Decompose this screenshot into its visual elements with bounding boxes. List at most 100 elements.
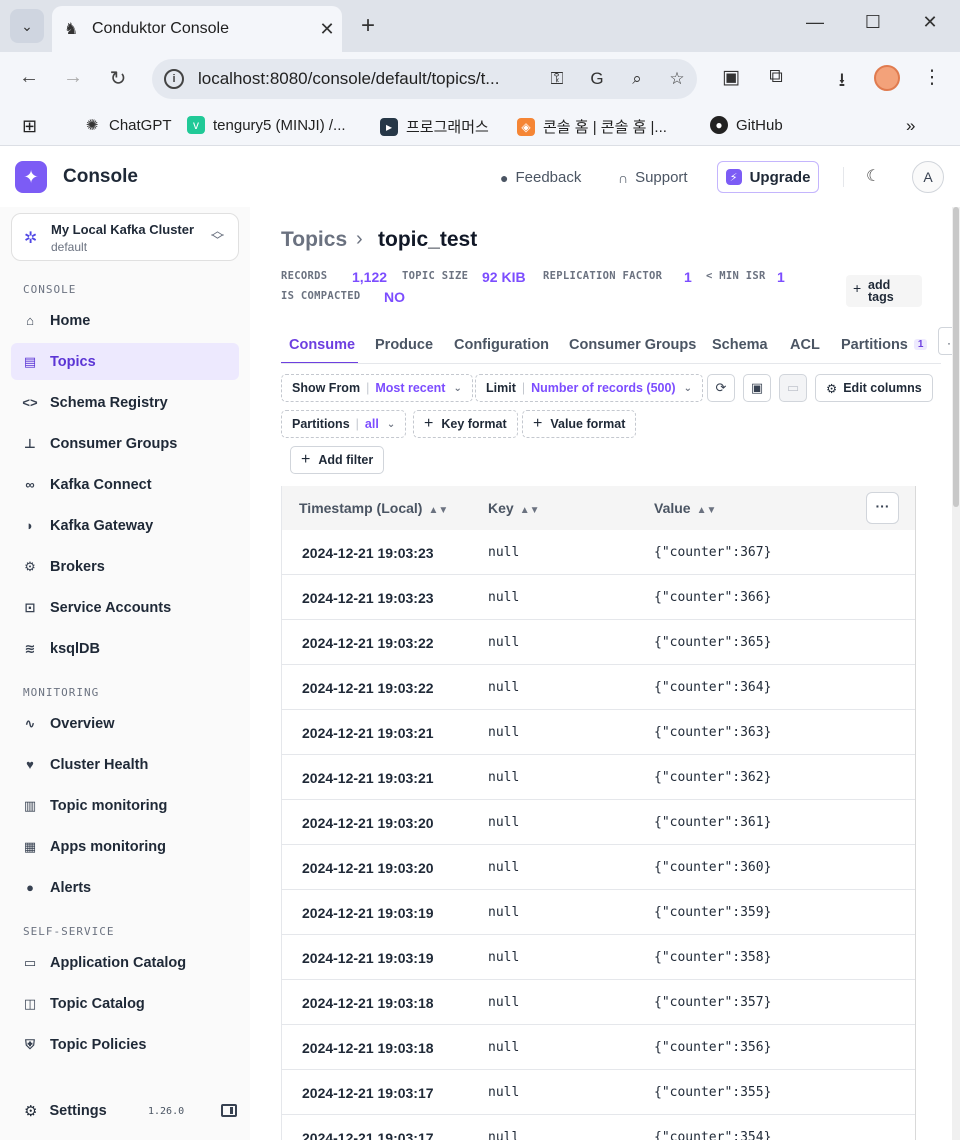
translate-icon[interactable]: G [577, 69, 617, 89]
limit-dropdown[interactable]: Limit | Number of records (500) ⌄ [475, 374, 703, 402]
tab-configuration[interactable]: Configuration [454, 337, 549, 353]
more-bookmarks-icon[interactable]: » [906, 116, 915, 136]
bookmark-programmers[interactable]: ▸ 프로그래머스 [380, 116, 489, 137]
download-icon[interactable]: ⭳ [827, 66, 857, 98]
edit-columns-button[interactable]: ⚙ Edit columns [815, 374, 933, 402]
app-header: ✦ Console ● Feedback ∩ Support ⚡ Upgrade… [0, 147, 952, 207]
url-text[interactable]: localhost:8080/console/default/topics/t.… [198, 69, 537, 89]
tab-schema[interactable]: Schema [712, 337, 768, 353]
page-scrollbar-thumb[interactable] [953, 207, 959, 507]
folder-icon[interactable]: ▭ [779, 374, 807, 402]
table-row[interactable]: 2024-12-21 19:03:19 null {"counter":358} [282, 935, 915, 980]
close-tab-icon[interactable]: ✕ [312, 19, 342, 40]
sidebar-item-brokers[interactable]: ⚙ Brokers [11, 548, 239, 585]
user-avatar[interactable]: A [912, 161, 944, 193]
save-icon[interactable]: ▣ [743, 374, 771, 402]
bookmark-velog[interactable]: v tengury5 (MINJI) /... [187, 116, 346, 134]
bookmark-github[interactable]: ● GitHub [710, 116, 783, 134]
table-row[interactable]: 2024-12-21 19:03:20 null {"counter":361} [282, 800, 915, 845]
column-header-value[interactable]: Value ▲▼ [654, 500, 716, 516]
add-filter-button[interactable]: + Add filter [290, 446, 385, 474]
bookmark-star-icon[interactable]: ☆ [657, 69, 697, 89]
table-row[interactable]: 2024-12-21 19:03:17 null {"counter":355} [282, 1070, 915, 1115]
forward-button[interactable]: → [59, 66, 87, 89]
add-tags-button[interactable]: + add tags [846, 275, 922, 307]
table-row[interactable]: 2024-12-21 19:03:18 null {"counter":356} [282, 1025, 915, 1070]
cluster-selector[interactable]: ✲ My Local Kafka Cluster default ︿ ﹀ [11, 213, 239, 261]
table-row[interactable]: 2024-12-21 19:03:21 null {"counter":363} [282, 710, 915, 755]
address-bar[interactable]: i localhost:8080/console/default/topics/… [152, 59, 697, 99]
sidebar-item-home[interactable]: ⌂ Home [11, 302, 239, 339]
sidebar-item-topic-policies[interactable]: ⛨ Topic Policies [11, 1026, 239, 1063]
password-key-icon[interactable]: ⚿ [537, 69, 577, 89]
sidebar-item-schema-registry[interactable]: <> Schema Registry [11, 384, 239, 421]
reload-button[interactable]: ↻ [104, 66, 132, 91]
profile-avatar[interactable] [874, 65, 900, 91]
console-logo-icon[interactable]: ✦ [15, 161, 47, 193]
page-scrollbar[interactable] [952, 207, 960, 1140]
site-info-icon[interactable]: i [164, 69, 184, 89]
extension-icon[interactable]: ▣ [716, 66, 746, 89]
table-row[interactable]: 2024-12-21 19:03:20 null {"counter":360} [282, 845, 915, 890]
column-header-key[interactable]: Key ▲▼ [488, 500, 539, 516]
table-row[interactable]: 2024-12-21 19:03:21 null {"counter":362} [282, 755, 915, 800]
bookmark-chatgpt[interactable]: ✺ ChatGPT [83, 116, 172, 135]
dark-mode-toggle-icon[interactable]: ☾ [866, 166, 880, 186]
tab-produce[interactable]: Produce [375, 337, 433, 353]
back-button[interactable]: ← [15, 66, 43, 89]
extensions-puzzle-icon[interactable]: ⧉ [761, 66, 791, 88]
bookmark-aws-console[interactable]: ◈ 콘솔 홈 | 콘솔 홈 |... [517, 116, 667, 137]
tab-consumer-groups[interactable]: Consumer Groups [569, 337, 696, 353]
maximize-button[interactable]: ☐ [858, 12, 888, 33]
sidebar-item-topic-monitoring[interactable]: ▥ Topic monitoring [11, 787, 239, 824]
table-row[interactable]: 2024-12-21 19:03:23 null {"counter":367} [282, 530, 915, 575]
sidebar-item-cluster-health[interactable]: ♥ Cluster Health [11, 746, 239, 783]
value-format-button[interactable]: + Value format [522, 410, 637, 438]
browser-menu-icon[interactable]: ⋮ [917, 66, 947, 89]
close-window-button[interactable]: ✕ [915, 12, 945, 33]
settings-link[interactable]: ⚙ Settings [24, 1102, 239, 1120]
key-format-button[interactable]: + Key format [413, 410, 518, 438]
apps-grid-icon[interactable]: ⊞ [22, 116, 37, 137]
sidebar-item-overview[interactable]: ∿ Overview [11, 705, 239, 742]
sidebar-item-kafka-connect[interactable]: ∞ Kafka Connect [11, 466, 239, 503]
timestamp-cell: 2024-12-21 19:03:22 [302, 635, 434, 651]
sidebar-item-ksqldb[interactable]: ≋ ksqlDB [11, 630, 239, 667]
minimize-button[interactable]: — [800, 12, 830, 33]
sidebar-item-kafka-gateway[interactable]: ◗ Kafka Gateway [11, 507, 239, 544]
table-options-icon[interactable]: ··· [866, 492, 899, 524]
zoom-icon[interactable]: ⌕ [617, 69, 657, 89]
sidebar-item-apps-monitoring[interactable]: ▦ Apps monitoring [11, 828, 239, 865]
tab-partitions[interactable]: Partitions 1 [841, 337, 928, 353]
sidebar-item-service-accounts[interactable]: ⊡ Service Accounts [11, 589, 239, 626]
table-row[interactable]: 2024-12-21 19:03:22 null {"counter":364} [282, 665, 915, 710]
show-from-dropdown[interactable]: Show From | Most recent ⌄ [281, 374, 473, 402]
table-row[interactable]: 2024-12-21 19:03:19 null {"counter":359} [282, 890, 915, 935]
key-cell: null [488, 905, 520, 920]
sidebar-item-application-catalog[interactable]: ▭ Application Catalog [11, 944, 239, 981]
breadcrumb-topics[interactable]: Topics [281, 228, 347, 252]
refresh-icon[interactable]: ⟳ [707, 374, 735, 402]
table-row[interactable]: 2024-12-21 19:03:18 null {"counter":357} [282, 980, 915, 1025]
support-link[interactable]: ∩ Support [618, 169, 688, 186]
column-header-timestamp[interactable]: Timestamp (Local) ▲▼ [299, 500, 448, 516]
sidebar-item-consumer-groups[interactable]: ⊥ Consumer Groups [11, 425, 239, 462]
tab-search-button[interactable]: ⌄ [10, 9, 44, 43]
tab-consume[interactable]: Consume [289, 337, 355, 353]
new-tab-button[interactable]: + [354, 12, 382, 40]
sidebar-item-topic-catalog[interactable]: ◫ Topic Catalog [11, 985, 239, 1022]
sidebar-item-topics[interactable]: ▤ Topics [11, 343, 239, 380]
browser-tab[interactable]: ♞ Conduktor Console ✕ [52, 6, 342, 52]
feedback-link[interactable]: ● Feedback [500, 169, 581, 186]
table-row[interactable]: 2024-12-21 19:03:17 null {"counter":354} [282, 1115, 915, 1140]
collapse-sidebar-icon[interactable] [221, 1104, 237, 1117]
tab-acl[interactable]: ACL [790, 337, 820, 353]
upgrade-button[interactable]: ⚡ Upgrade [717, 161, 819, 193]
browser-tab-strip: ⌄ ♞ Conduktor Console ✕ + — ☐ ✕ [0, 0, 960, 52]
table-scrollbar[interactable] [915, 486, 916, 1140]
table-row[interactable]: 2024-12-21 19:03:23 null {"counter":366} [282, 575, 915, 620]
table-row[interactable]: 2024-12-21 19:03:22 null {"counter":365} [282, 620, 915, 665]
partitions-dropdown[interactable]: Partitions | all ⌄ [281, 410, 407, 438]
version-label: 1.26.0 [148, 1106, 185, 1117]
sidebar-item-alerts[interactable]: ● Alerts [11, 869, 239, 906]
